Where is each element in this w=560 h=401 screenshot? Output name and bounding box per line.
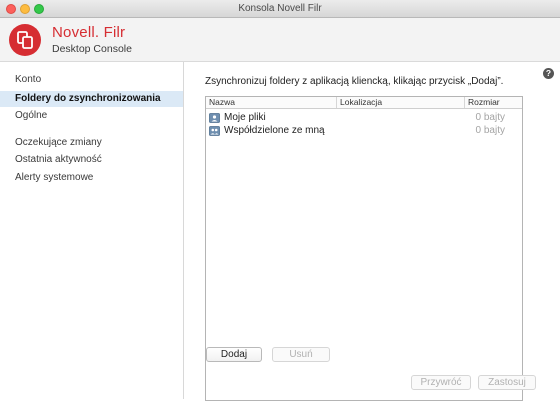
sidebar-item-alerty[interactable]: Alerty systemowe <box>0 170 183 186</box>
folder-shared-icon <box>209 125 220 136</box>
column-header-name[interactable]: Nazwa <box>206 97 337 108</box>
add-button[interactable]: Dodaj <box>206 347 262 362</box>
folder-user-icon <box>209 112 220 123</box>
window-title: Konsola Novell Filr <box>238 3 322 14</box>
question-icon[interactable]: ? <box>543 68 554 79</box>
table-cell-size: 0 bajty <box>475 125 505 136</box>
table-cell-name: Moje pliki <box>209 111 266 124</box>
sidebar-item-ogolne[interactable]: Ogólne <box>0 108 183 124</box>
table-cell-size: 0 bajty <box>475 112 505 123</box>
main-panel: ? Zsynchronizuj foldery z aplikacją klie… <box>184 62 560 401</box>
apply-button[interactable]: Zastosuj <box>478 375 536 390</box>
sidebar-item-oczekujace[interactable]: Oczekujące zmiany <box>0 135 183 151</box>
column-header-location[interactable]: Lokalizacja <box>337 97 465 108</box>
row-name-text: Współdzielone ze mną <box>224 125 325 136</box>
window-titlebar: Konsola Novell Filr <box>0 0 560 18</box>
table-cell-name: Współdzielone ze mną <box>209 124 325 137</box>
revert-button[interactable]: Przywróć <box>411 375 471 390</box>
column-header-size[interactable]: Rozmiar <box>465 97 522 108</box>
sidebar-item-aktywnosc[interactable]: Ostatnia aktywność <box>0 152 183 168</box>
table-row[interactable]: Współdzielone ze mną 0 bajty <box>206 124 522 137</box>
remove-button[interactable]: Usuń <box>272 347 330 362</box>
app-header: Novell. Filr Desktop Console <box>0 18 560 62</box>
sidebar-item-foldery[interactable]: Foldery do zsynchronizowania <box>0 91 183 107</box>
sidebar: Konto Foldery do zsynchronizowania Ogóln… <box>0 62 184 399</box>
table-header: Nazwa Lokalizacja Rozmiar <box>206 97 522 109</box>
brand-name: Novell. Filr <box>52 24 126 41</box>
row-name-text: Moje pliki <box>224 112 266 123</box>
table-row[interactable]: Moje pliki 0 bajty <box>206 111 522 124</box>
sidebar-item-konto[interactable]: Konto <box>0 72 183 88</box>
brand-subtitle: Desktop Console <box>52 43 132 55</box>
instruction-text: Zsynchronizuj foldery z aplikacją klienc… <box>205 76 504 87</box>
filr-logo-icon <box>9 24 41 56</box>
